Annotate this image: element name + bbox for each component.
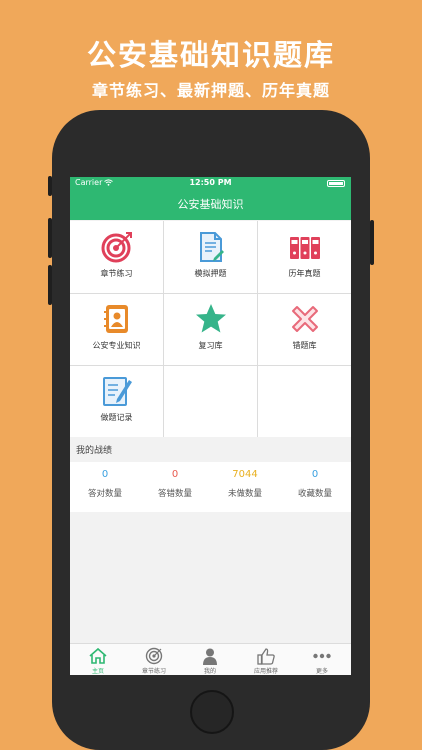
target-icon [101,232,132,263]
menu-item-label: 章节练习 [100,269,133,278]
document-icon [200,232,224,262]
phone-power-button [370,220,374,265]
stat-value: 0 [101,469,109,480]
stats-panel: 0 答对数量 0 答错数量 7044 未做数量 0 收藏数量 [70,462,351,512]
status-time: 12:50 PM [189,178,232,187]
tab-label: 章节练习 [141,668,166,675]
menu-item-mock-exam[interactable]: 模拟押题 [164,221,257,293]
menu-item-label: 错题库 [292,341,317,350]
menu-item-wrong-answers[interactable]: 错题库 [258,293,351,365]
promo-subline: 章节练习、最新押题、历年真题 [91,81,330,100]
notes-pen-icon [103,377,132,406]
stat-value: 0 [311,469,319,480]
phone-volume-up [48,218,52,258]
stat-wrong: 0 答错数量 [140,462,210,512]
battery-icon [327,180,345,187]
phone-volume-down [48,265,52,305]
tab-label: 主页 [91,668,104,675]
menu-item-label: 复习库 [198,341,223,350]
tab-label: 应用推荐 [253,668,278,675]
stat-value: 0 [171,469,179,480]
tab-label: 我的 [203,668,216,675]
tab-home[interactable]: 主页 [70,644,126,675]
tab-bar: 主页 章节练习 我的 应用推荐 更多 [70,643,351,675]
menu-item-label: 做题记录 [100,413,133,422]
stat-correct: 0 答对数量 [70,462,140,512]
menu-item-past-exams[interactable]: 历年真题 [258,221,351,293]
tab-more[interactable]: 更多 [294,644,350,675]
more-dots-icon [313,653,331,659]
phone-home-button[interactable] [190,690,234,734]
stat-label: 答对数量 [87,489,122,499]
stat-favorites: 0 收藏数量 [280,462,350,512]
stats-title: 我的战绩 [76,446,113,456]
target-icon [145,647,163,665]
tab-label: 更多 [315,668,328,675]
app-screen: Carrier 12:50 PM 公安基础知识 章节练习 模拟押题 历年真题 公… [70,177,351,675]
menu-item-chapter-practice[interactable]: 章节练习 [70,221,163,293]
menu-item-police-knowledge[interactable]: 公安专业知识 [70,293,163,365]
menu-item-label: 历年真题 [288,269,321,278]
stat-label: 收藏数量 [297,489,332,499]
nav-title: 公安基础知识 [70,190,351,220]
menu-item-answer-history[interactable]: 做题记录 [70,365,163,437]
menu-item-review-bank[interactable]: 复习库 [164,293,257,365]
menu-item-label: 公安专业知识 [92,341,141,350]
stat-value: 7044 [232,469,258,480]
menu-grid: 章节练习 模拟押题 历年真题 公安专业知识 复习库 错题库 做题记录 [70,221,351,437]
stat-undone: 7044 未做数量 [210,462,280,512]
thumbs-up-icon [257,648,275,665]
stat-label: 答错数量 [157,489,192,499]
promo-headline: 公安基础知识题库 [86,38,335,72]
star-icon [196,304,226,333]
stat-label: 未做数量 [227,489,262,499]
phone-mute-switch [48,176,52,196]
cross-icon [292,306,318,332]
person-icon [203,648,217,665]
contact-book-icon [104,305,128,333]
tab-app-recommend[interactable]: 应用推荐 [238,644,294,675]
home-icon [89,647,107,664]
status-bar: Carrier 12:50 PM [70,177,351,190]
binders-icon [290,237,320,259]
tab-mine[interactable]: 我的 [182,644,238,675]
menu-item-label: 模拟押题 [194,269,227,278]
tab-chapter-practice[interactable]: 章节练习 [126,644,182,675]
